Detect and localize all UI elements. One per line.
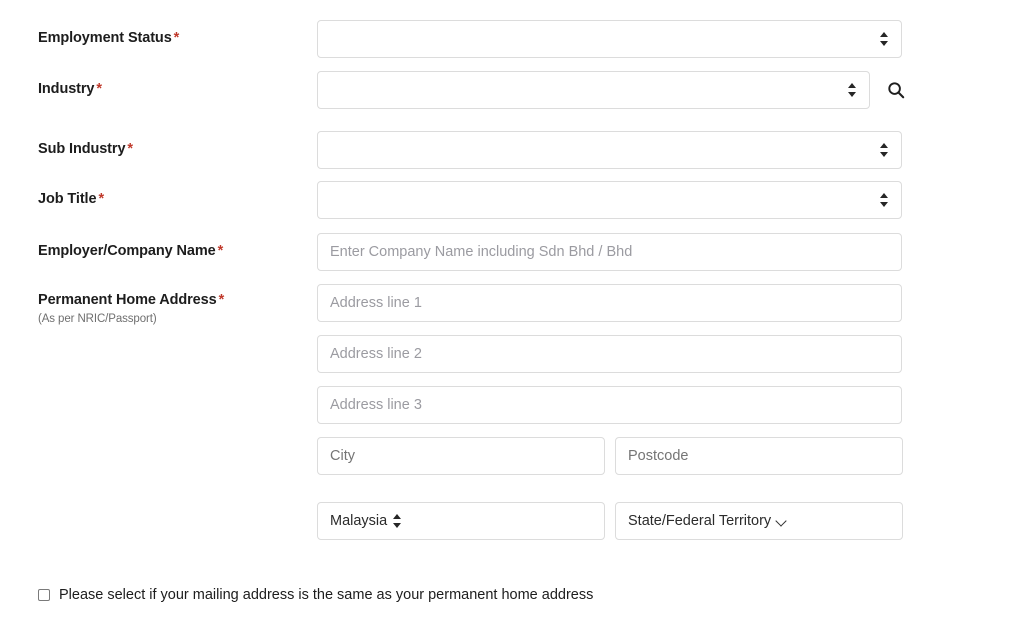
updown-arrow-icon (880, 192, 889, 208)
select-value-state: State/Federal Territory (628, 513, 772, 529)
label-col-sub-industry: Sub Industry * (0, 131, 317, 158)
field-col-country-state: Malaysia State/Federal Territory (317, 502, 1024, 540)
search-icon[interactable] (886, 80, 906, 100)
input-address-line-3[interactable] (317, 386, 902, 424)
updown-arrow-icon (848, 82, 857, 98)
required-asterisk-permanent-home-address: * (218, 292, 225, 308)
field-col-employer-company-name (317, 233, 1024, 271)
form-row-address-line-1: Permanent Home Address * (As per NRIC/Pas… (0, 284, 1024, 327)
field-col-industry (317, 71, 1024, 109)
label-employment-status: Employment Status * (38, 20, 317, 47)
label-col-employment-status: Employment Status * (0, 20, 317, 47)
label-text-job-title: Job Title (38, 191, 97, 207)
field-col-employment-status (317, 20, 1024, 58)
select-value-country: Malaysia (330, 513, 388, 529)
employment-address-form: Employment Status * Industry * Sub Indus… (0, 0, 1024, 621)
select-job-title[interactable] (317, 181, 902, 219)
field-col-job-title (317, 181, 1024, 219)
mailing-same-checkbox-row[interactable]: Please select if your mailing address is… (38, 588, 593, 603)
required-asterisk-job-title: * (98, 191, 104, 207)
input-employer-company-name[interactable] (317, 233, 902, 271)
chevron-down-icon (777, 516, 788, 527)
label-col-job-title: Job Title * (0, 181, 317, 208)
select-country[interactable]: Malaysia (317, 502, 605, 540)
field-col-sub-industry (317, 131, 1024, 169)
input-city[interactable] (317, 437, 605, 475)
label-employer-company-name: Employer/Company Name * (38, 233, 317, 260)
required-asterisk-employer-company-name: * (217, 243, 224, 259)
label-col-industry: Industry * (0, 71, 317, 98)
label-industry: Industry * (38, 71, 317, 98)
form-row-address-line-3 (0, 386, 1024, 424)
label-sub-industry: Sub Industry * (38, 131, 317, 158)
input-address-line-1[interactable] (317, 284, 902, 322)
form-row-industry: Industry * (0, 71, 1024, 109)
label-text-sub-industry: Sub Industry (38, 141, 126, 157)
form-row-sub-industry: Sub Industry * (0, 131, 1024, 169)
sub-label-permanent-home-address: (As per NRIC/Passport) (38, 313, 157, 326)
form-row-address-line-2 (0, 335, 1024, 373)
field-col-address-line-3 (317, 386, 1024, 424)
label-text-employer-company-name: Employer/Company Name (38, 243, 216, 259)
updown-arrow-icon (880, 142, 889, 158)
form-row-employment-status: Employment Status * (0, 20, 1024, 58)
field-col-address-line-2 (317, 335, 1024, 373)
label-text-permanent-home-address: Permanent Home Address (38, 292, 217, 308)
checkbox-label-mailing-same: Please select if your mailing address is… (59, 587, 594, 603)
required-asterisk-sub-industry: * (127, 141, 133, 157)
label-col-employer-company-name: Employer/Company Name * (0, 233, 317, 260)
form-row-employer-company-name: Employer/Company Name * (0, 233, 1024, 271)
form-row-job-title: Job Title * (0, 181, 1024, 219)
select-sub-industry[interactable] (317, 131, 902, 169)
label-permanent-home-address: Permanent Home Address * (As per NRIC/Pas… (38, 284, 317, 327)
updown-arrow-icon (880, 31, 889, 47)
checkbox-mailing-same[interactable] (38, 589, 50, 602)
updown-arrow-icon (393, 513, 402, 529)
select-employment-status[interactable] (317, 20, 902, 58)
select-industry[interactable] (317, 71, 870, 109)
required-asterisk-employment-status: * (173, 30, 180, 46)
label-text-industry: Industry (38, 81, 95, 97)
label-col-permanent-home-address: Permanent Home Address * (As per NRIC/Pas… (0, 284, 317, 327)
label-text-employment-status: Employment Status (38, 30, 172, 46)
form-row-country-state: Malaysia State/Federal Territory (0, 502, 1024, 540)
label-job-title: Job Title * (38, 181, 317, 208)
form-row-city-postcode (0, 437, 1024, 475)
field-col-city-postcode (317, 437, 1024, 475)
input-postcode[interactable] (615, 437, 903, 475)
input-address-line-2[interactable] (317, 335, 902, 373)
select-state[interactable]: State/Federal Territory (615, 502, 903, 540)
field-col-address-line-1 (317, 284, 1024, 322)
required-asterisk-industry: * (96, 81, 102, 97)
